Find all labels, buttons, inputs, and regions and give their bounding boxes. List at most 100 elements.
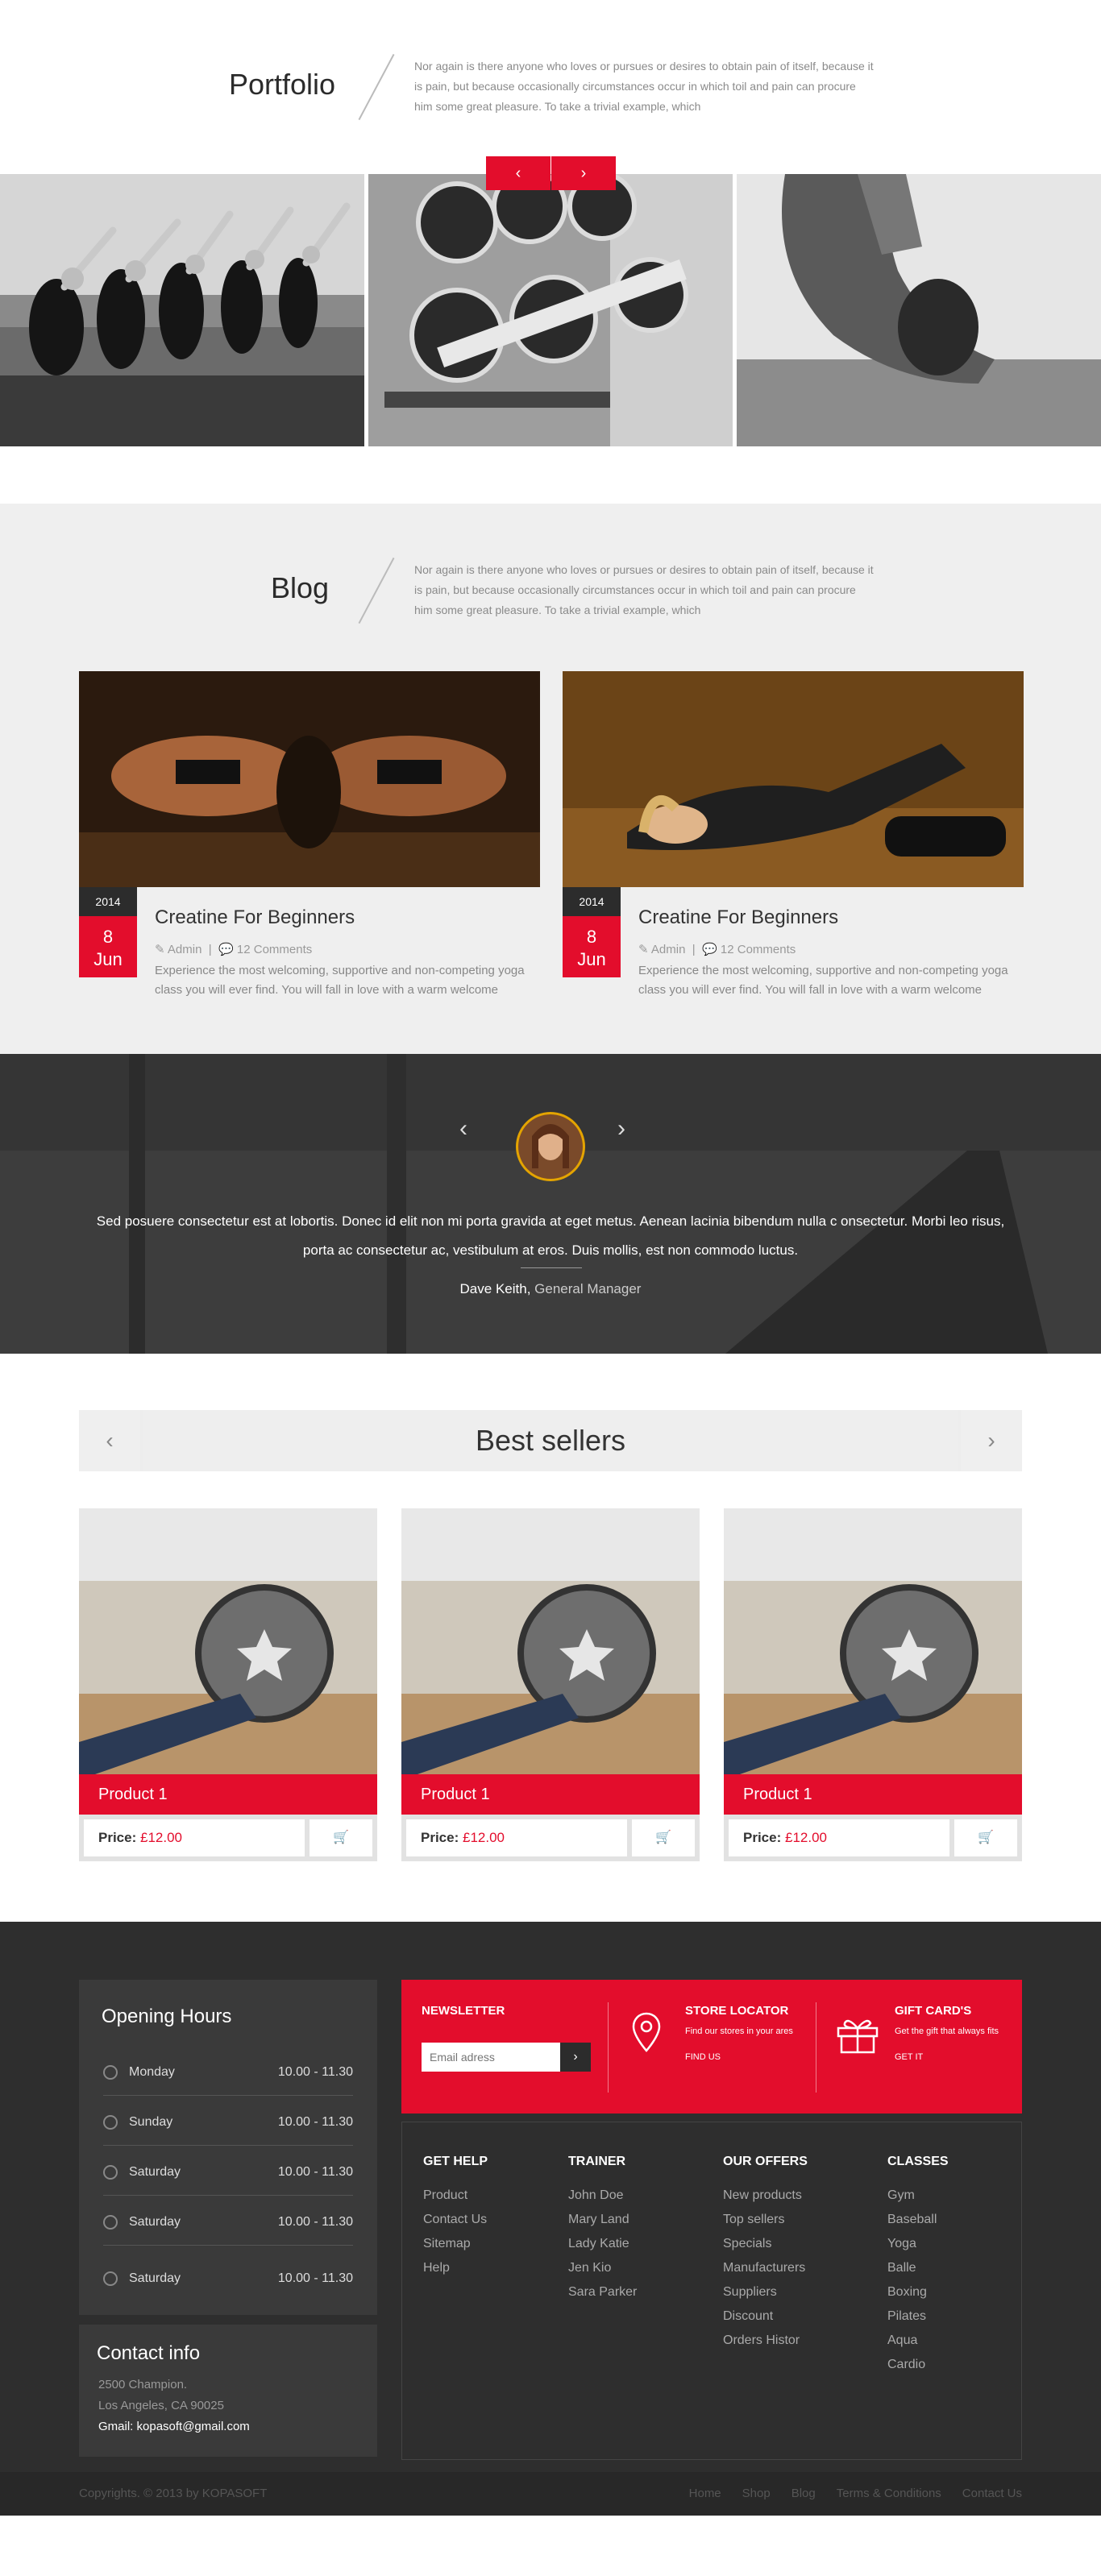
footer-nav-shop[interactable]: Shop [742,2487,771,2500]
add-to-cart-button[interactable]: 🛒 [310,1819,372,1856]
footer-link[interactable]: John Doe [568,2184,637,2208]
footer-link[interactable]: Lady Katie [568,2232,637,2256]
hours-row: Monday 10.00 - 11.30 [103,2046,353,2096]
post-year: 2014 [563,887,621,916]
footer-feature-bar: NEWSLETTER › STORE LOCATOR Find our stor… [401,1980,1022,2113]
product-name[interactable]: Product 1 [79,1774,377,1815]
hours-day: Monday [129,2065,175,2079]
footer-link[interactable]: Suppliers [723,2280,808,2304]
links-column-classes: CLASSES Gym Baseball Yoga Balle Boxing P… [887,2155,949,2377]
footer-link[interactable]: Mary Land [568,2208,637,2232]
newsletter-submit-button[interactable]: › [560,2043,591,2072]
hours-day: Sunday [129,2115,173,2129]
footer-link[interactable]: Jen Kio [568,2256,637,2280]
get-it-link[interactable]: GET IT [895,2052,923,2062]
price-label: Price: [743,1830,782,1845]
portfolio-image-dumbbells[interactable] [368,174,733,446]
map-pin-icon [632,2012,661,2052]
product-image[interactable] [79,1508,377,1774]
testimonial-prev-button[interactable]: ‹ [459,1115,467,1143]
footer-nav-blog[interactable]: Blog [791,2487,816,2500]
chevron-right-icon: › [987,1428,995,1453]
footer-link[interactable]: Sitemap [423,2232,488,2256]
find-us-link[interactable]: FIND US [685,2052,721,2062]
column-title: TRAINER [568,2155,626,2168]
newsletter-email-input[interactable] [422,2043,560,2072]
product-image[interactable] [724,1508,1022,1774]
product-name[interactable]: Product 1 [401,1774,700,1815]
cart-icon: 🛒 [978,1831,994,1844]
footer-link[interactable]: Top sellers [723,2208,808,2232]
footer-link[interactable]: Boxing [887,2280,949,2304]
blog-intro: Nor again is there anyone who loves or p… [414,563,874,616]
opening-hours-box: Opening Hours Monday 10.00 - 11.30 Sunday… [79,1980,377,2315]
footer-nav-contact[interactable]: Contact Us [962,2487,1022,2500]
add-to-cart-button[interactable]: 🛒 [954,1819,1017,1856]
footer-link[interactable]: Specials [723,2232,808,2256]
testimonial-section: ‹ › Sed posuere consectetur est at lobor… [0,1054,1101,1354]
footer-link[interactable]: Discount [723,2304,808,2329]
blog-post-image[interactable] [79,671,540,887]
post-comments[interactable]: 12 Comments [237,943,312,956]
footer-link[interactable]: Product [423,2184,488,2208]
footer-nav-terms[interactable]: Terms & Conditions [837,2487,941,2500]
newsletter-title: NEWSLETTER [422,2004,505,2018]
bestsellers-prev-button[interactable]: ‹ [79,1410,140,1471]
footer-link[interactable]: Baseball [887,2208,949,2232]
portfolio-image-backbend[interactable] [737,174,1101,446]
product-image[interactable] [401,1508,700,1774]
blog-post-image[interactable] [563,671,1024,887]
footer-link[interactable]: Sara Parker [568,2280,637,2304]
footer-nav: Home Shop Blog Terms & Conditions Contac… [689,2487,1022,2500]
testimonial-author: Dave Keith, General Manager [0,1281,1101,1297]
store-locator-title: STORE LOCATOR [685,2004,789,2018]
post-month: Jun [93,949,123,969]
product-footer: Price: £12.00 🛒 [724,1815,1022,1861]
links-column-trainer: TRAINER John Doe Mary Land Lady Katie Je… [568,2155,637,2304]
footer-link[interactable]: Contact Us [423,2208,488,2232]
footer-link[interactable]: Orders Histor [723,2329,808,2353]
footer-nav-home[interactable]: Home [689,2487,721,2500]
contact-email[interactable]: Gmail: kopasoft@gmail.com [98,2420,250,2433]
product-footer: Price: £12.00 🛒 [401,1815,700,1861]
footer-link[interactable]: Aqua [887,2329,949,2353]
footer-link[interactable]: New products [723,2184,808,2208]
author-name: Dave Keith, [459,1281,531,1296]
footer-link[interactable]: Manufacturers [723,2256,808,2280]
bestsellers-section: ‹ Best sellers › Product 1 Price: £12.00… [0,1354,1101,1922]
portfolio-intro: Nor again is there anyone who loves or p… [414,60,874,113]
bestsellers-next-button[interactable]: › [961,1410,1022,1471]
footer-link[interactable]: Pilates [887,2304,949,2329]
footer-link[interactable]: Help [423,2256,488,2280]
post-author[interactable]: Admin [651,943,686,956]
portfolio-next-button[interactable]: › [551,156,616,190]
product-name[interactable]: Product 1 [724,1774,1022,1815]
post-author[interactable]: Admin [168,943,202,956]
footer-link[interactable]: Cardio [887,2353,949,2377]
feature-divider [608,2002,609,2093]
portfolio-image-yoga-class[interactable] [0,174,364,446]
portfolio-prev-button[interactable]: ‹ [486,156,550,190]
chevron-left-icon: ‹ [106,1428,114,1453]
cart-icon: 🛒 [333,1831,349,1844]
blog-title: Blog [271,571,330,604]
add-to-cart-button[interactable]: 🛒 [632,1819,695,1856]
testimonial-background [0,1054,1101,1354]
price-value: £12.00 [139,1830,182,1845]
post-title[interactable]: Creatine For Beginners [155,906,355,929]
footer-link[interactable]: Gym [887,2184,949,2208]
product-price: Price: £12.00 [729,1819,949,1856]
post-meta: ✎ Admin | 💬 12 Comments [638,943,796,956]
testimonial-next-button[interactable]: › [617,1115,625,1143]
title-divider [358,557,395,624]
clock-icon [103,2271,118,2286]
post-title[interactable]: Creatine For Beginners [638,906,838,929]
portfolio-title: Portfolio [229,68,336,101]
footer-link[interactable]: Balle [887,2256,949,2280]
clock-icon [103,2215,118,2230]
post-comments[interactable]: 12 Comments [721,943,796,956]
clock-icon [103,2065,118,2080]
post-day: 8 [586,927,597,947]
footer-link[interactable]: Yoga [887,2232,949,2256]
footer: Opening Hours Monday 10.00 - 11.30 Sunday… [0,1922,1101,2516]
